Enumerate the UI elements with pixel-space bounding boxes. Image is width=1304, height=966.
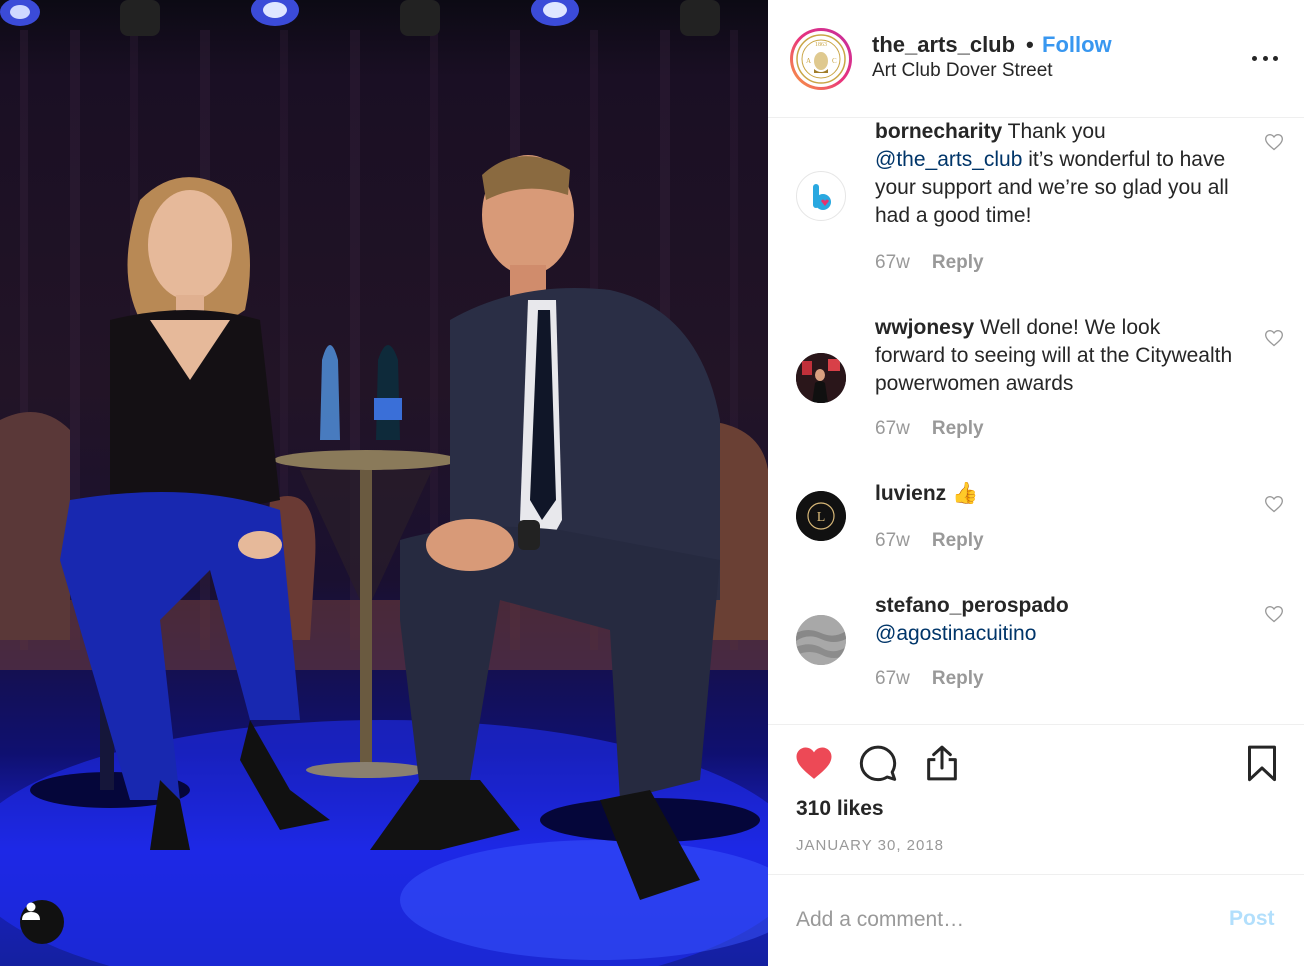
add-comment-bar: Post [768,874,1304,966]
comment-age[interactable]: 67w [875,530,910,551]
reply-button[interactable]: Reply [932,418,984,439]
post-author-username[interactable]: the_arts_club [872,32,1015,58]
comment-text: luvienz 👍 [875,480,1235,508]
post-location[interactable]: Art Club Dover Street [872,60,1053,82]
comment-meta: 67w Reply [875,668,984,690]
comment-input[interactable] [796,903,1196,937]
post-header: 1863 A C the_arts_club • Follow Art Club… [768,0,1304,118]
comment-item: bornecharity Thank you @the_arts_club it… [768,118,1304,294]
person-icon [22,902,40,920]
reply-button[interactable]: Reply [932,252,984,273]
comment-text: bornecharity Thank you @the_arts_club it… [875,118,1235,230]
profile-avatar[interactable]: 1863 A C [790,28,852,90]
comment-username[interactable]: bornecharity [875,120,1002,143]
photo-illustration [0,0,768,966]
comment-username[interactable]: stefano_perospado [875,594,1069,617]
comment-body-start: 👍 [946,482,979,505]
svg-text:L: L [817,510,826,525]
comment-age[interactable]: 67w [875,418,910,439]
likes-count[interactable]: 310 likes [796,797,884,821]
tagged-user-button[interactable] [20,900,64,944]
comment-mention-link[interactable]: @the_arts_club [875,148,1022,171]
post-comment-button[interactable]: Post [1229,907,1275,931]
comment-text: stefano_perospado @agostinacuitino [875,592,1235,648]
comment-meta: 67w Reply [875,418,984,440]
commenter-avatar[interactable] [796,171,846,221]
comment-item: wwjonesy Well done! We look forward to s… [768,314,1304,460]
luvienz-logo-icon: L [796,491,846,541]
comment-meta: 67w Reply [875,252,984,274]
heart-filled-icon[interactable] [794,743,834,783]
follow-button[interactable]: Follow [1042,32,1112,58]
comment-like-heart-icon[interactable] [1264,132,1284,152]
comment-item: stefano_perospado @agostinacuitino 67w Re… [768,592,1304,712]
svg-text:A: A [806,57,811,65]
commenter-avatar[interactable] [796,615,846,665]
commenter-avatar[interactable] [796,353,846,403]
more-options-icon[interactable] [1252,54,1278,62]
comment-username[interactable]: wwjonesy [875,316,974,339]
comment-meta: 67w Reply [875,530,984,552]
comment-age[interactable]: 67w [875,252,910,273]
svg-text:C: C [832,57,837,65]
post-actions: 310 likes JANUARY 30, 2018 [768,724,1304,874]
header-separator: • [1026,32,1034,57]
borne-logo-icon [813,184,831,210]
wwjonesy-photo-icon [796,353,846,403]
stefano-photo-icon [796,615,846,665]
post-side-panel: 1863 A C the_arts_club • Follow Art Club… [768,0,1304,966]
comment-mention-link[interactable]: @agostinacuitino [875,622,1036,645]
comment-like-heart-icon[interactable] [1264,328,1284,348]
bookmark-icon[interactable] [1242,743,1282,783]
share-icon[interactable] [922,743,962,783]
post-photo[interactable] [0,0,768,966]
arts-club-logo-icon: 1863 A C [796,34,846,84]
comment-item: L luvienz 👍 67w Reply [768,480,1304,576]
comment-bubble-icon[interactable] [858,743,898,783]
comment-body-start: Thank you [1002,120,1106,143]
reply-button[interactable]: Reply [932,530,984,551]
reply-button[interactable]: Reply [932,668,984,689]
comment-text: wwjonesy Well done! We look forward to s… [875,314,1235,398]
comment-like-heart-icon[interactable] [1264,494,1284,514]
comment-age[interactable]: 67w [875,668,910,689]
comment-like-heart-icon[interactable] [1264,604,1284,624]
comment-username[interactable]: luvienz [875,482,946,505]
post-date[interactable]: JANUARY 30, 2018 [796,837,944,854]
commenter-avatar[interactable]: L [796,491,846,541]
svg-text:1863: 1863 [815,42,827,48]
